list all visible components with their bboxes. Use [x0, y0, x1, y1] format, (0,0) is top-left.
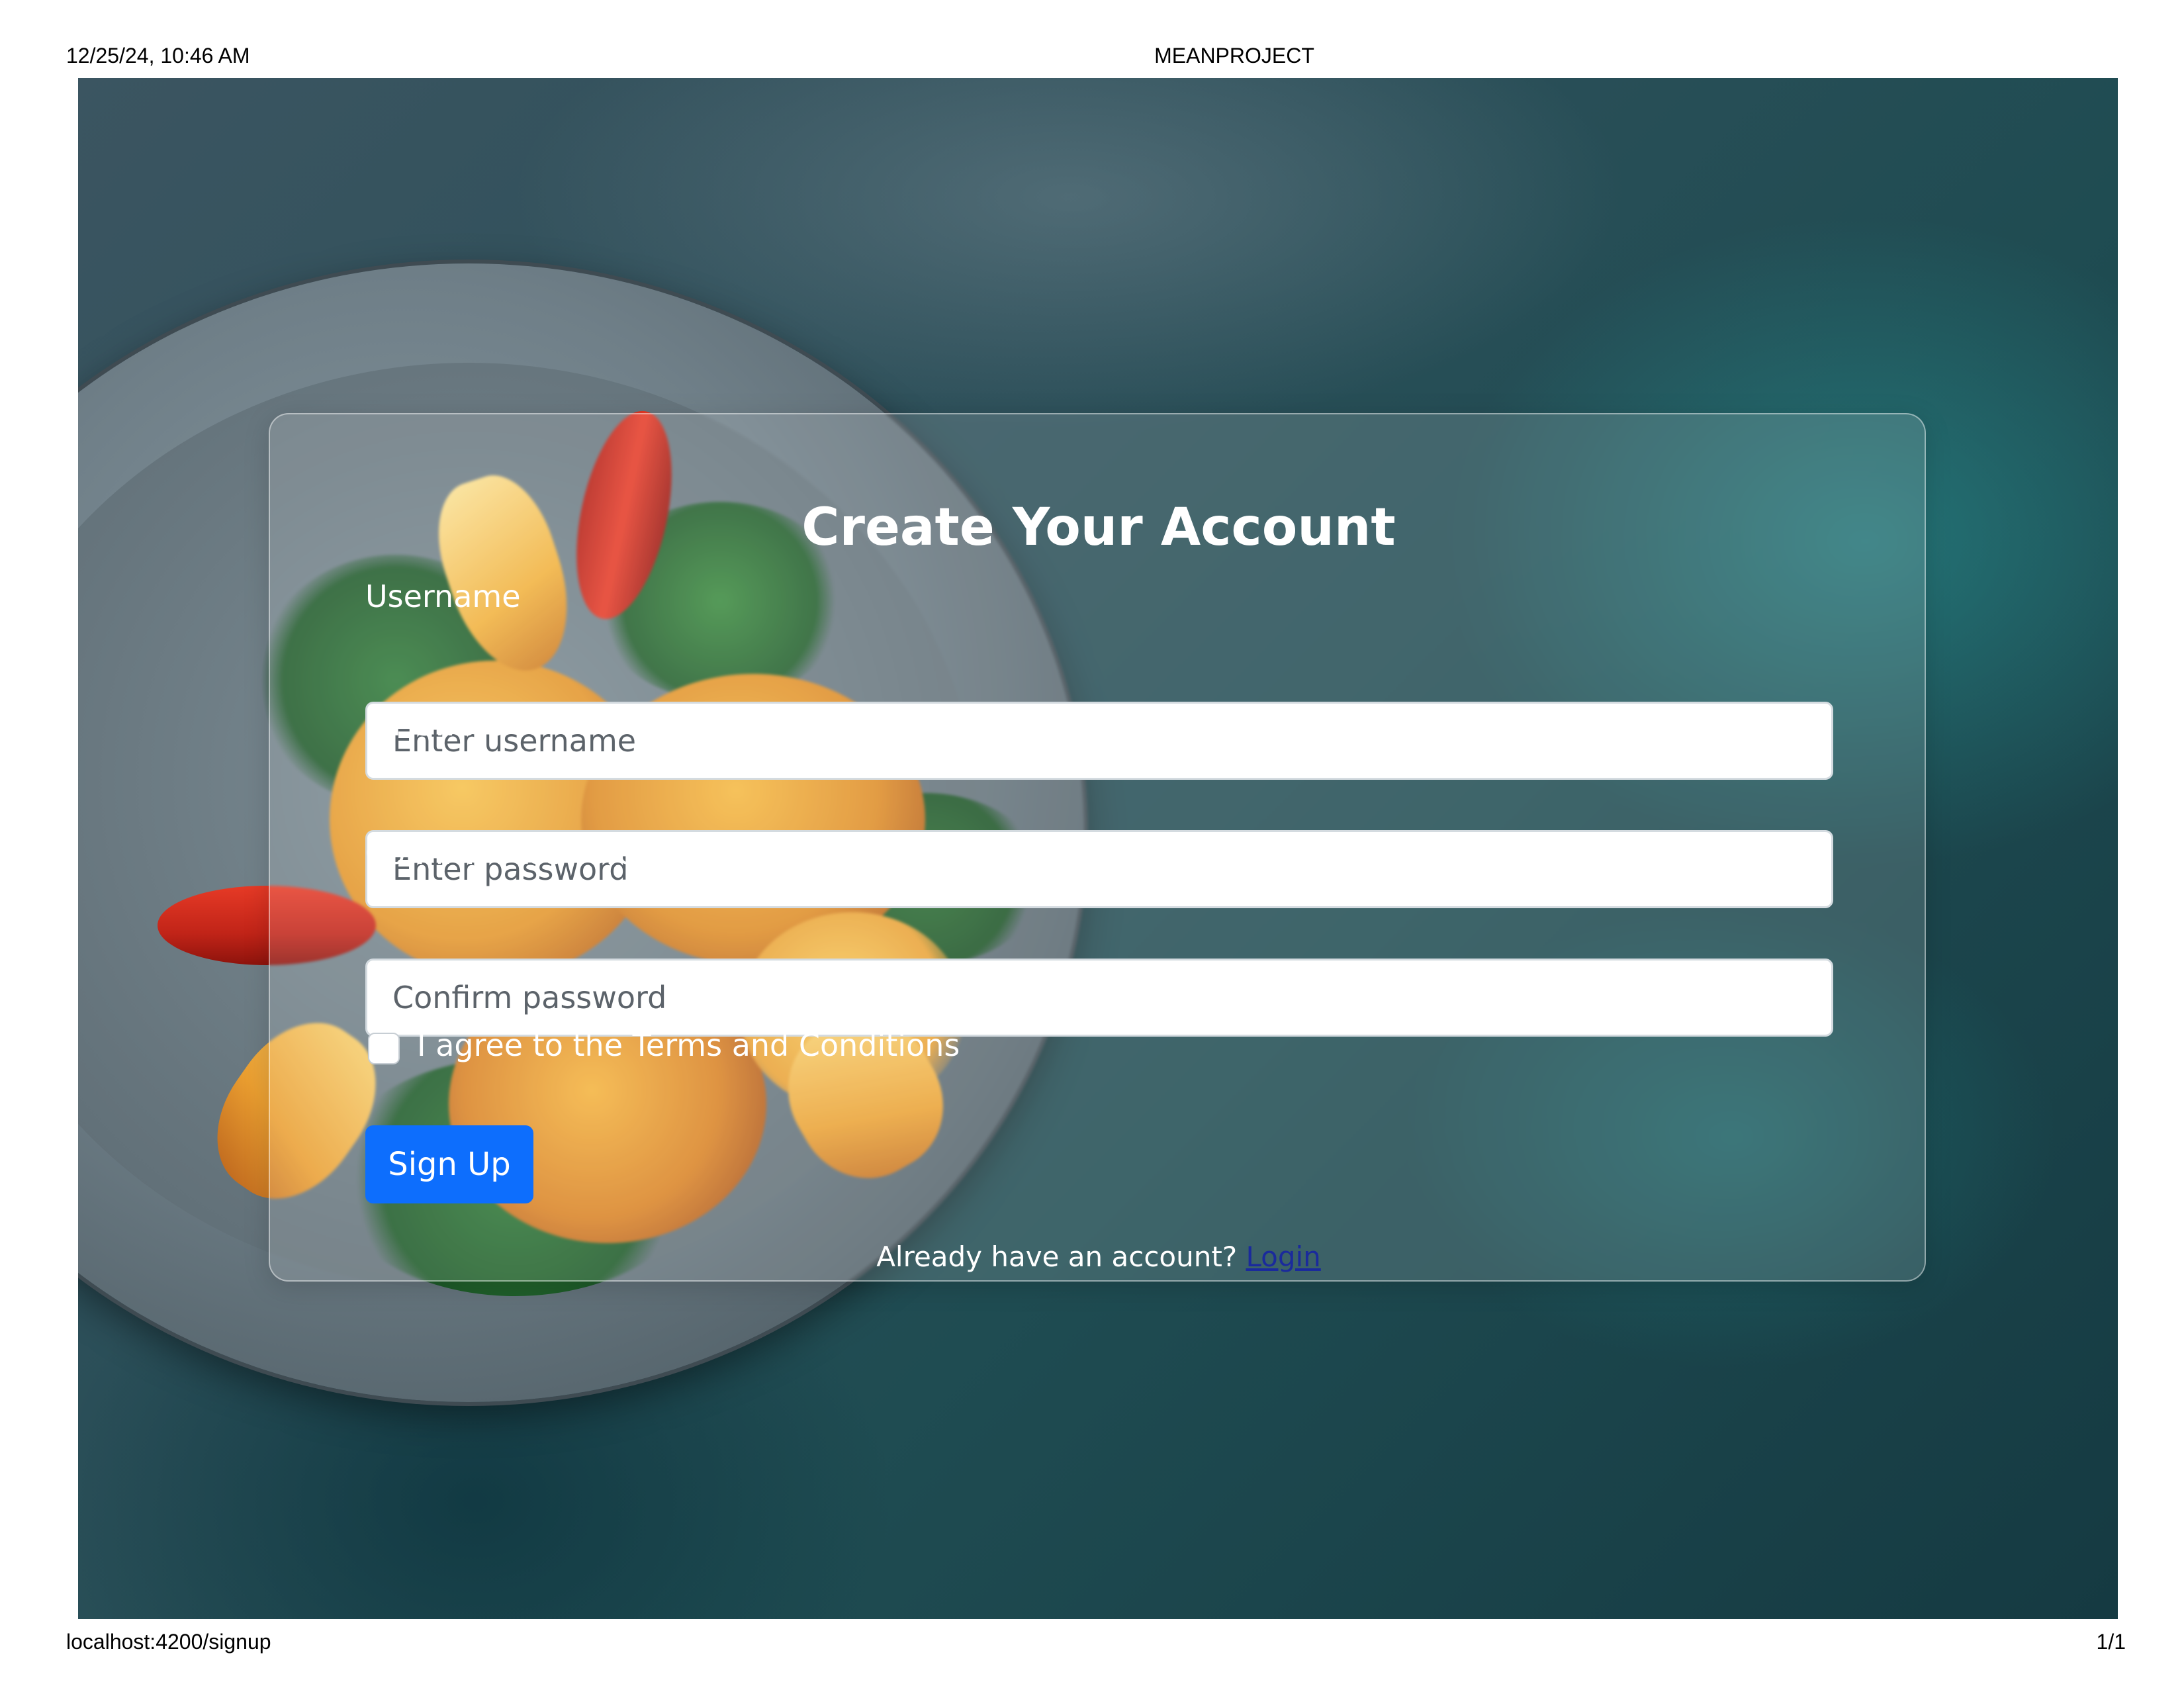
confirm-password-input[interactable]: [365, 959, 1833, 1037]
terms-checkbox[interactable]: [368, 1033, 400, 1064]
terms-label[interactable]: I agree to the Terms and Conditions: [417, 1027, 960, 1063]
print-page-title: MEANPROJECT: [1154, 44, 1314, 68]
sign-up-button[interactable]: Sign Up: [365, 1125, 533, 1203]
confirm-password-label: Confirm Password: [365, 835, 637, 871]
page-title: Create Your Account: [801, 498, 1396, 557]
username-label: Username: [365, 579, 521, 614]
page-viewport: Create Your Account Username Password Co…: [78, 78, 2118, 1619]
username-input[interactable]: [365, 702, 1833, 780]
print-header: 12/25/24, 10:46 AM MEANPROJECT: [0, 44, 2184, 83]
print-page-count: 1/1: [2096, 1630, 2126, 1654]
print-footer: localhost:4200/signup 1/1: [0, 1630, 2184, 1669]
print-url: localhost:4200/signup: [66, 1630, 271, 1654]
signup-card: Create Your Account Username Password Co…: [269, 413, 1926, 1282]
login-prompt-row: Already have an account? Login: [270, 1241, 1927, 1273]
login-prompt-text: Already have an account?: [876, 1241, 1238, 1273]
login-link[interactable]: Login: [1246, 1241, 1320, 1273]
password-label: Password: [365, 707, 508, 743]
